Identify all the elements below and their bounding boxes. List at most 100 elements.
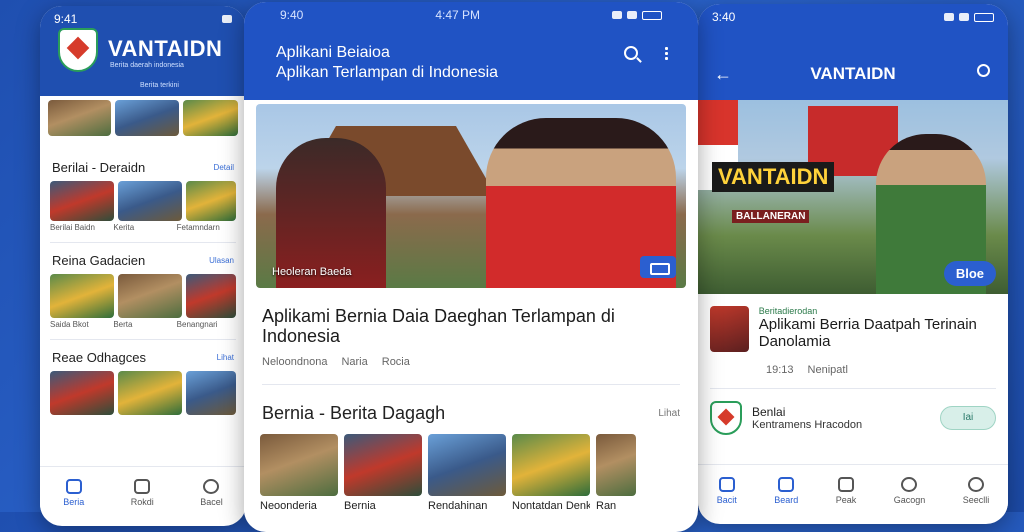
news-caption: Fetamndarn [176, 223, 220, 232]
more-options-icon[interactable] [665, 46, 668, 60]
hero-caption: Heoleran Baeda [272, 266, 352, 278]
article-thumb [710, 306, 749, 352]
news-thumb[interactable] [115, 100, 179, 136]
tab-beria[interactable]: Beria [63, 478, 84, 507]
section-header: Berilai - Deraidn Detail [40, 160, 246, 175]
hero-banner-text: BALLANERAN [732, 210, 810, 223]
news-thumb[interactable] [50, 274, 114, 318]
channel-logo-icon [710, 401, 742, 435]
news-thumb[interactable] [48, 100, 112, 136]
news-thumb[interactable] [344, 434, 422, 496]
tab-bacel[interactable]: Bacel [200, 478, 223, 507]
news-caption: Ran [596, 500, 617, 512]
see-more-link[interactable]: Ulasan [209, 256, 234, 265]
news-thumb[interactable] [50, 371, 114, 415]
user-icon [203, 478, 220, 494]
see-more-link[interactable]: Lihat [658, 408, 680, 419]
news-caption: Rendahinan [428, 500, 488, 512]
news-thumb[interactable] [185, 371, 236, 415]
bookmark-icon [837, 476, 854, 492]
news-caption: Neoonderia [260, 500, 317, 512]
news-thumb[interactable] [117, 181, 182, 221]
article-headline[interactable]: Aplikami Bernia Daia Daeghan Terlampan d… [244, 292, 698, 346]
news-thumb[interactable] [50, 181, 114, 221]
see-more-link[interactable]: Lihat [217, 353, 234, 362]
news-thumb[interactable] [117, 371, 182, 415]
status-bar: 9:40 4:47 PM [244, 2, 698, 28]
tab-gacogn[interactable]: Gacogn [894, 476, 925, 505]
news-thumb[interactable] [512, 434, 590, 496]
hero-image[interactable]: Heoleran Baeda [256, 104, 686, 288]
detail-header: 3:40 ← VANTAIDN [698, 4, 1008, 100]
list-icon [134, 478, 151, 494]
section-title: Berilai - Deraidn [52, 160, 146, 175]
news-thumb[interactable] [185, 274, 236, 318]
article-card[interactable]: Beritadierodan Aplikami Berria Daatpah T… [698, 294, 1008, 364]
hero-image[interactable]: VANTAIDN BALLANERAN Bloe [698, 100, 1008, 294]
battery-icon [642, 10, 662, 20]
tab-home[interactable]: Bacit [717, 476, 737, 505]
channel-name: Benlai [752, 405, 786, 419]
bottom-tab-bar: Bacit Beard Peak Gacogn Seeclli [698, 464, 1008, 516]
detail-phone: 3:40 ← VANTAIDN VANTAIDN BALLANERAN Bloe… [698, 4, 1008, 524]
channel-item[interactable]: Benlai Kentramens Hracodon Iai [698, 389, 1008, 447]
news-caption: Nontatdan Denkan [512, 500, 590, 512]
brand-subtitle: Berita daerah indonesia [110, 62, 184, 69]
see-more-link[interactable]: Detail [214, 163, 234, 172]
article-tag: Beritadierodan [758, 306, 818, 316]
follow-button[interactable]: Iai [940, 406, 996, 430]
gallery-icon[interactable] [640, 256, 676, 278]
status-time: 3:40 [712, 10, 736, 24]
app-logo-icon [58, 28, 98, 72]
left-header: 9:41 VANTAIDN Berita daerah indonesia Be… [40, 6, 246, 96]
channel-desc: Kentramens Hracodon [752, 419, 863, 431]
brand-name: VANTAIDN [108, 36, 223, 61]
board-icon [778, 476, 795, 492]
news-caption: Saida Bkot [50, 320, 89, 329]
meta-source: Neloondnona [262, 356, 328, 368]
signal-icon [944, 13, 954, 21]
left-phone: 9:41 VANTAIDN Berita daerah indonesia Be… [40, 6, 246, 526]
meta-share[interactable]: Rocia [382, 356, 410, 368]
meta-source: Nenipatl [807, 364, 848, 376]
play-video-button[interactable]: Bloe [943, 261, 996, 286]
screen-title: VANTAIDN [810, 64, 896, 83]
tab-peak[interactable]: Peak [836, 476, 856, 505]
bottom-tab-bar: Beria Rokdi Bacel [40, 466, 246, 518]
news-thumb[interactable] [428, 434, 506, 496]
section-title: Bernia - Berita Dagagh [262, 403, 446, 423]
search-icon[interactable] [624, 46, 638, 60]
battery-icon [974, 12, 994, 22]
tab-board[interactable]: Beard [774, 476, 798, 505]
section-header: Reina Gadacien Ulasan [40, 253, 246, 268]
news-thumb[interactable] [260, 434, 338, 496]
signal-icon [222, 15, 232, 23]
status-time: 9:41 [54, 12, 78, 26]
meta-time: 19:13 [766, 364, 794, 376]
news-thumb[interactable] [117, 274, 182, 318]
news-caption: Berta [113, 320, 133, 329]
article-meta: 19:13 Nenipatl [698, 364, 1008, 376]
section-title: Reina Gadacien [52, 253, 146, 268]
status-clock: 4:47 PM [435, 8, 481, 22]
main-header: 9:40 4:47 PM Aplikani Beiaioa Aplikan Te… [244, 2, 698, 100]
home-icon [718, 476, 735, 492]
news-caption: Benangnari [176, 320, 218, 329]
tab-rokdi[interactable]: Rokdi [131, 478, 154, 507]
signal-icon [612, 11, 622, 19]
section-title: Reae Odhagces [52, 350, 146, 365]
article-title: Aplikami Berria Daatpah Terinain Danolam… [758, 316, 977, 350]
news-caption: Kerita [113, 223, 135, 232]
news-thumb[interactable] [182, 100, 238, 136]
news-thumb[interactable] [185, 181, 236, 221]
search-icon[interactable] [977, 64, 990, 77]
meta-views: Naria [341, 356, 368, 368]
top-thumb-strip [40, 96, 246, 140]
brand-subtitle-2: Berita terkini [140, 82, 179, 89]
tab-profile[interactable]: Seeclli [963, 476, 989, 505]
main-phone: 9:40 4:47 PM Aplikani Beiaioa Aplikan Te… [244, 2, 698, 532]
news-thumb[interactable] [596, 434, 636, 496]
article-meta: Neloondnona Naria Rocia [244, 346, 698, 378]
status-bar: 3:40 [698, 4, 1008, 30]
info-icon [901, 476, 918, 492]
